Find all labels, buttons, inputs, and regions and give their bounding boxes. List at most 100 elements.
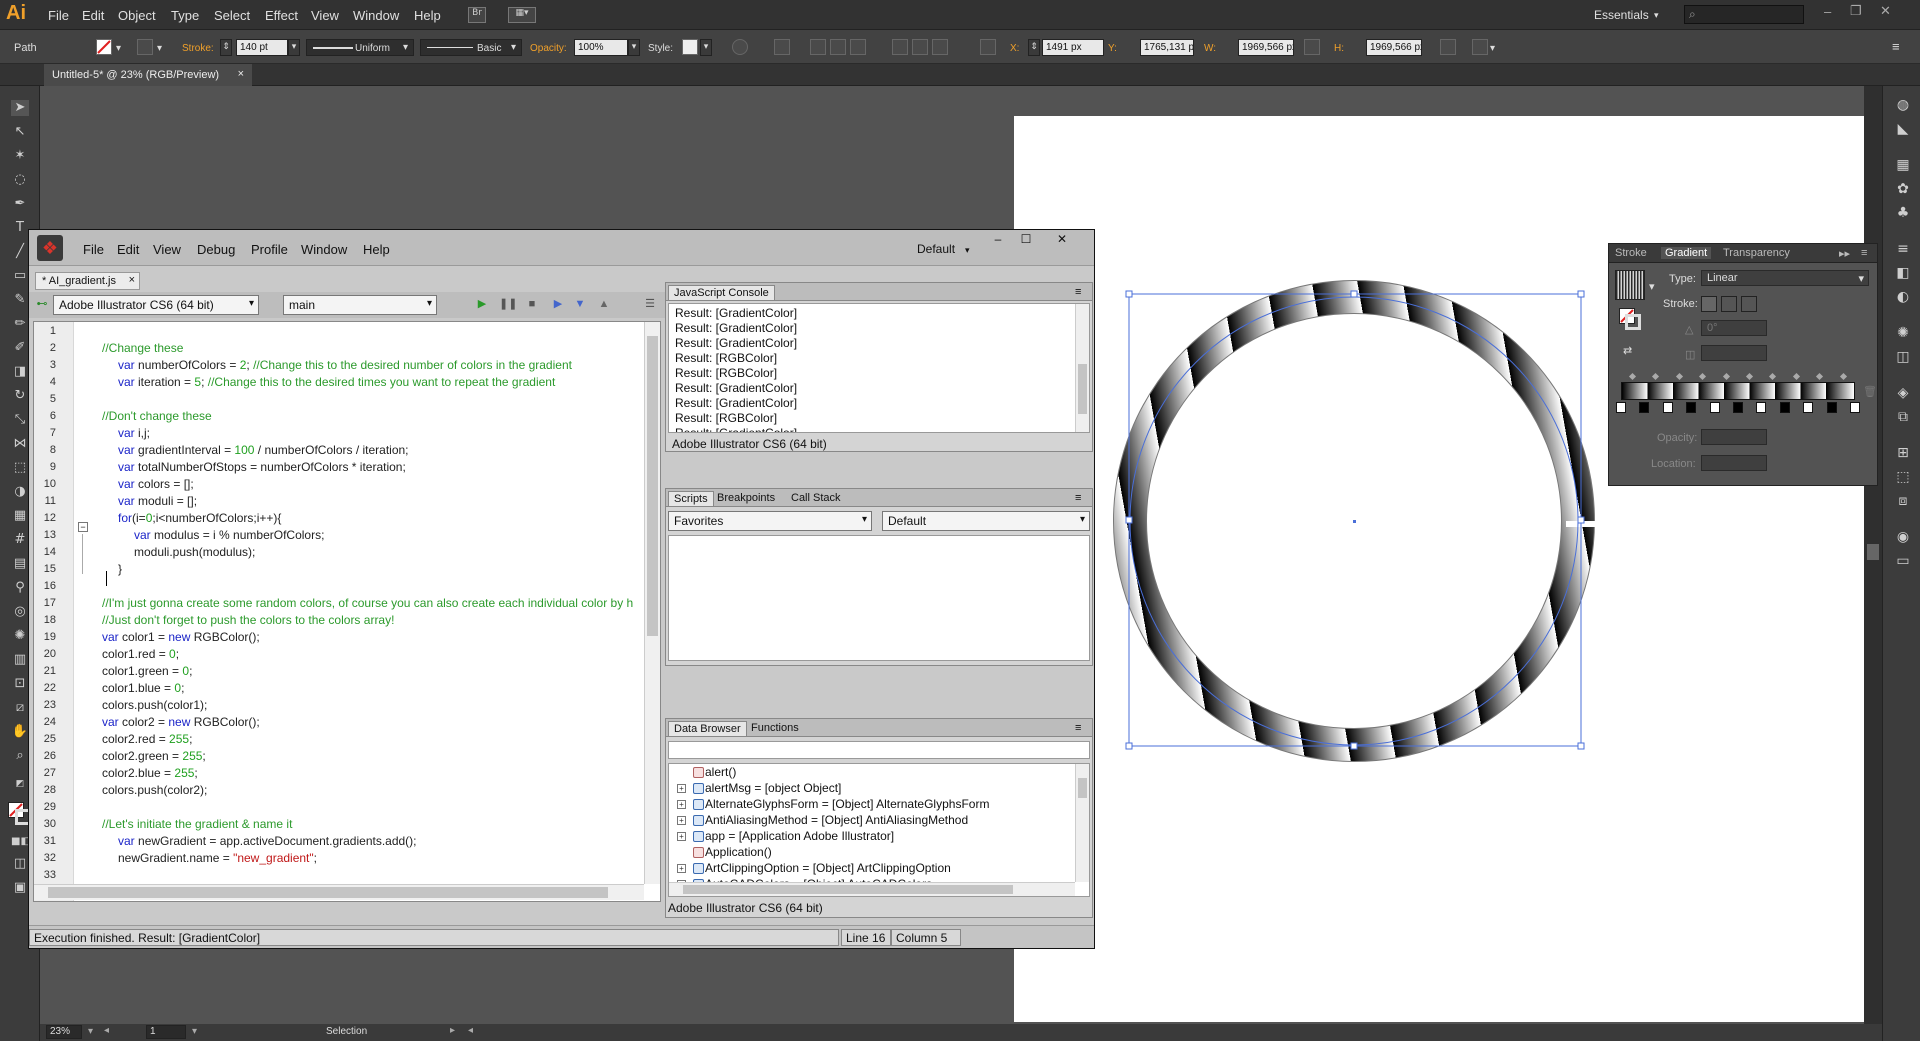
gradient-midpoint[interactable] xyxy=(1628,372,1637,381)
transparency-panel-icon[interactable]: ◐ xyxy=(1894,288,1912,306)
width-tool-icon[interactable]: ⋈ xyxy=(11,436,29,452)
gradient-midpoint[interactable] xyxy=(1675,372,1683,381)
tab-functions[interactable]: Functions xyxy=(746,721,804,735)
estk-maximize-button[interactable]: ☐ xyxy=(1013,232,1039,250)
mesh-tool-icon[interactable]: # xyxy=(11,532,29,548)
scroll-left-icon[interactable]: ◂ xyxy=(468,1025,473,1036)
y-field[interactable]: 1765,131 px xyxy=(1140,39,1194,56)
scroll-thumb[interactable] xyxy=(48,887,608,898)
code-vertical-scrollbar[interactable] xyxy=(644,322,660,884)
bbox-handle[interactable] xyxy=(1350,742,1358,750)
links-icon[interactable]: ◉ xyxy=(1894,528,1912,546)
gradient-midpoint[interactable] xyxy=(1745,372,1754,381)
collapse-icon[interactable]: ▸▸ xyxy=(1839,247,1850,260)
stroke-along-icon[interactable] xyxy=(1721,296,1737,312)
menu-effect[interactable]: Effect xyxy=(265,8,298,23)
tab-stroke[interactable]: Stroke xyxy=(1615,247,1647,259)
fill-swatch[interactable] xyxy=(96,39,112,55)
direct-selection-tool-icon[interactable]: ↖ xyxy=(11,124,29,140)
gradient-ring-artwork[interactable] xyxy=(1080,255,1620,795)
pause-icon[interactable]: ❚❚ xyxy=(499,297,517,311)
hand-tool-icon[interactable]: ✋ xyxy=(11,724,29,740)
data-browser-item[interactable]: alert() xyxy=(705,765,736,779)
first-artboard-icon[interactable]: ◂ xyxy=(104,1025,109,1036)
x-stepper[interactable]: ⇕ xyxy=(1028,39,1040,56)
scale-tool-icon[interactable]: ⤡ xyxy=(11,412,29,428)
panel-menu-icon[interactable]: ≡ xyxy=(1070,285,1086,299)
bbox-handle[interactable] xyxy=(1125,516,1133,524)
chevron-down-icon[interactable]: ▾ xyxy=(116,43,121,54)
gradient-stop[interactable] xyxy=(1803,402,1814,413)
bbox-handle[interactable] xyxy=(1577,290,1585,298)
magic-wand-tool-icon[interactable]: ✶ xyxy=(11,148,29,164)
gradient-stop[interactable] xyxy=(1662,402,1673,413)
bbox-handle[interactable] xyxy=(1577,516,1585,524)
style-dropdown[interactable]: ▾ xyxy=(700,39,712,56)
link-proportions-icon[interactable] xyxy=(1304,39,1320,55)
estk-menu-debug[interactable]: Debug xyxy=(197,242,235,257)
align-right-icon[interactable] xyxy=(850,39,866,55)
symbols-icon[interactable]: ♣ xyxy=(1894,204,1912,222)
symbol-sprayer-tool-icon[interactable]: ✺ xyxy=(11,628,29,644)
gradient-tool-icon[interactable]: ▤ xyxy=(11,556,29,572)
blend-tool-icon[interactable]: ◎ xyxy=(11,604,29,620)
maximize-icon[interactable]: ❐ xyxy=(1850,3,1862,19)
shape-builder-tool-icon[interactable]: ◑ xyxy=(11,484,29,500)
gradient-panel-icon[interactable]: ◧ xyxy=(1894,264,1912,282)
style-swatch[interactable] xyxy=(682,39,698,55)
opacity-label[interactable]: Opacity: xyxy=(530,43,567,54)
chevron-down-icon[interactable]: ▾ xyxy=(1649,280,1655,293)
tab-javascript-console[interactable]: JavaScript Console xyxy=(668,285,775,300)
gradient-midpoint[interactable] xyxy=(1699,372,1707,381)
stroke-across-icon[interactable] xyxy=(1741,296,1757,312)
zoom-tool-icon[interactable]: ⌕ xyxy=(11,748,29,764)
chevron-down-icon[interactable]: ▾ xyxy=(192,1026,197,1037)
editor-file-tab[interactable]: * AI_gradient.js × xyxy=(35,272,140,290)
scroll-thumb[interactable] xyxy=(1867,544,1879,560)
delete-stop-icon[interactable]: 🗑 xyxy=(1863,385,1877,398)
gradient-stop[interactable] xyxy=(1850,402,1860,413)
line-tool-icon[interactable]: ╱ xyxy=(11,244,29,260)
aspect-ratio-field[interactable] xyxy=(1701,345,1767,361)
drawing-mode-icon[interactable]: ◫ xyxy=(11,856,29,872)
estk-menu-edit[interactable]: Edit xyxy=(117,242,139,257)
menu-help[interactable]: Help xyxy=(414,8,441,23)
gradient-stop[interactable] xyxy=(1756,402,1767,413)
align-middle-icon[interactable] xyxy=(912,39,928,55)
paintbrush-tool-icon[interactable]: ✎ xyxy=(11,292,29,308)
stop-icon[interactable]: ■ xyxy=(525,297,539,311)
bbox-handle[interactable] xyxy=(1125,290,1133,298)
chevron-down-icon[interactable]: ▾ xyxy=(88,1026,93,1037)
type-tool-icon[interactable]: T xyxy=(11,220,29,236)
color-mode-icon[interactable]: ■◧⊘ xyxy=(11,834,38,850)
gradient-slider[interactable] xyxy=(1621,382,1855,400)
workspace-switcher[interactable]: Essentials xyxy=(1594,8,1649,22)
menu-object[interactable]: Object xyxy=(118,8,156,23)
kuler-icon[interactable]: ◣ xyxy=(1894,120,1912,138)
chevron-down-icon[interactable]: ▾ xyxy=(1490,43,1495,54)
tab-call-stack[interactable]: Call Stack xyxy=(786,491,846,505)
gradient-midpoint[interactable] xyxy=(1839,372,1847,381)
data-browser-hscrollbar[interactable] xyxy=(669,882,1075,896)
scroll-thumb[interactable] xyxy=(647,336,658,636)
close-tab-icon[interactable]: × xyxy=(238,68,244,80)
link-icon[interactable]: ⊷ xyxy=(35,297,49,311)
color-guide-icon[interactable]: ◍ xyxy=(1894,96,1912,114)
stroke-stepper[interactable]: ⇕ xyxy=(220,39,232,56)
bbox-handle[interactable] xyxy=(1350,290,1358,298)
estk-close-button[interactable]: ✕ xyxy=(1049,232,1075,250)
step-into-icon[interactable]: ▼ xyxy=(573,297,587,311)
data-browser-item[interactable]: app = [Application Adobe Illustrator] xyxy=(705,829,894,843)
stroke-panel-icon[interactable]: ≡ xyxy=(1894,240,1912,258)
estk-menu-window[interactable]: Window xyxy=(301,242,347,257)
estk-workspace-select[interactable]: Default xyxy=(917,242,955,256)
h-field[interactable]: 1969,566 px xyxy=(1366,39,1422,56)
opacity-field[interactable] xyxy=(1701,429,1767,445)
menu-edit[interactable]: Edit xyxy=(82,8,104,23)
free-transform-tool-icon[interactable]: ⬚ xyxy=(11,460,29,476)
tab-transparency[interactable]: Transparency xyxy=(1723,247,1790,259)
slice-tool-icon[interactable]: ⧄ xyxy=(11,700,29,716)
perspective-grid-tool-icon[interactable]: ▦ xyxy=(11,508,29,524)
estk-minimize-button[interactable]: – xyxy=(985,232,1011,250)
swatches-icon[interactable]: ▦ xyxy=(1894,156,1912,174)
